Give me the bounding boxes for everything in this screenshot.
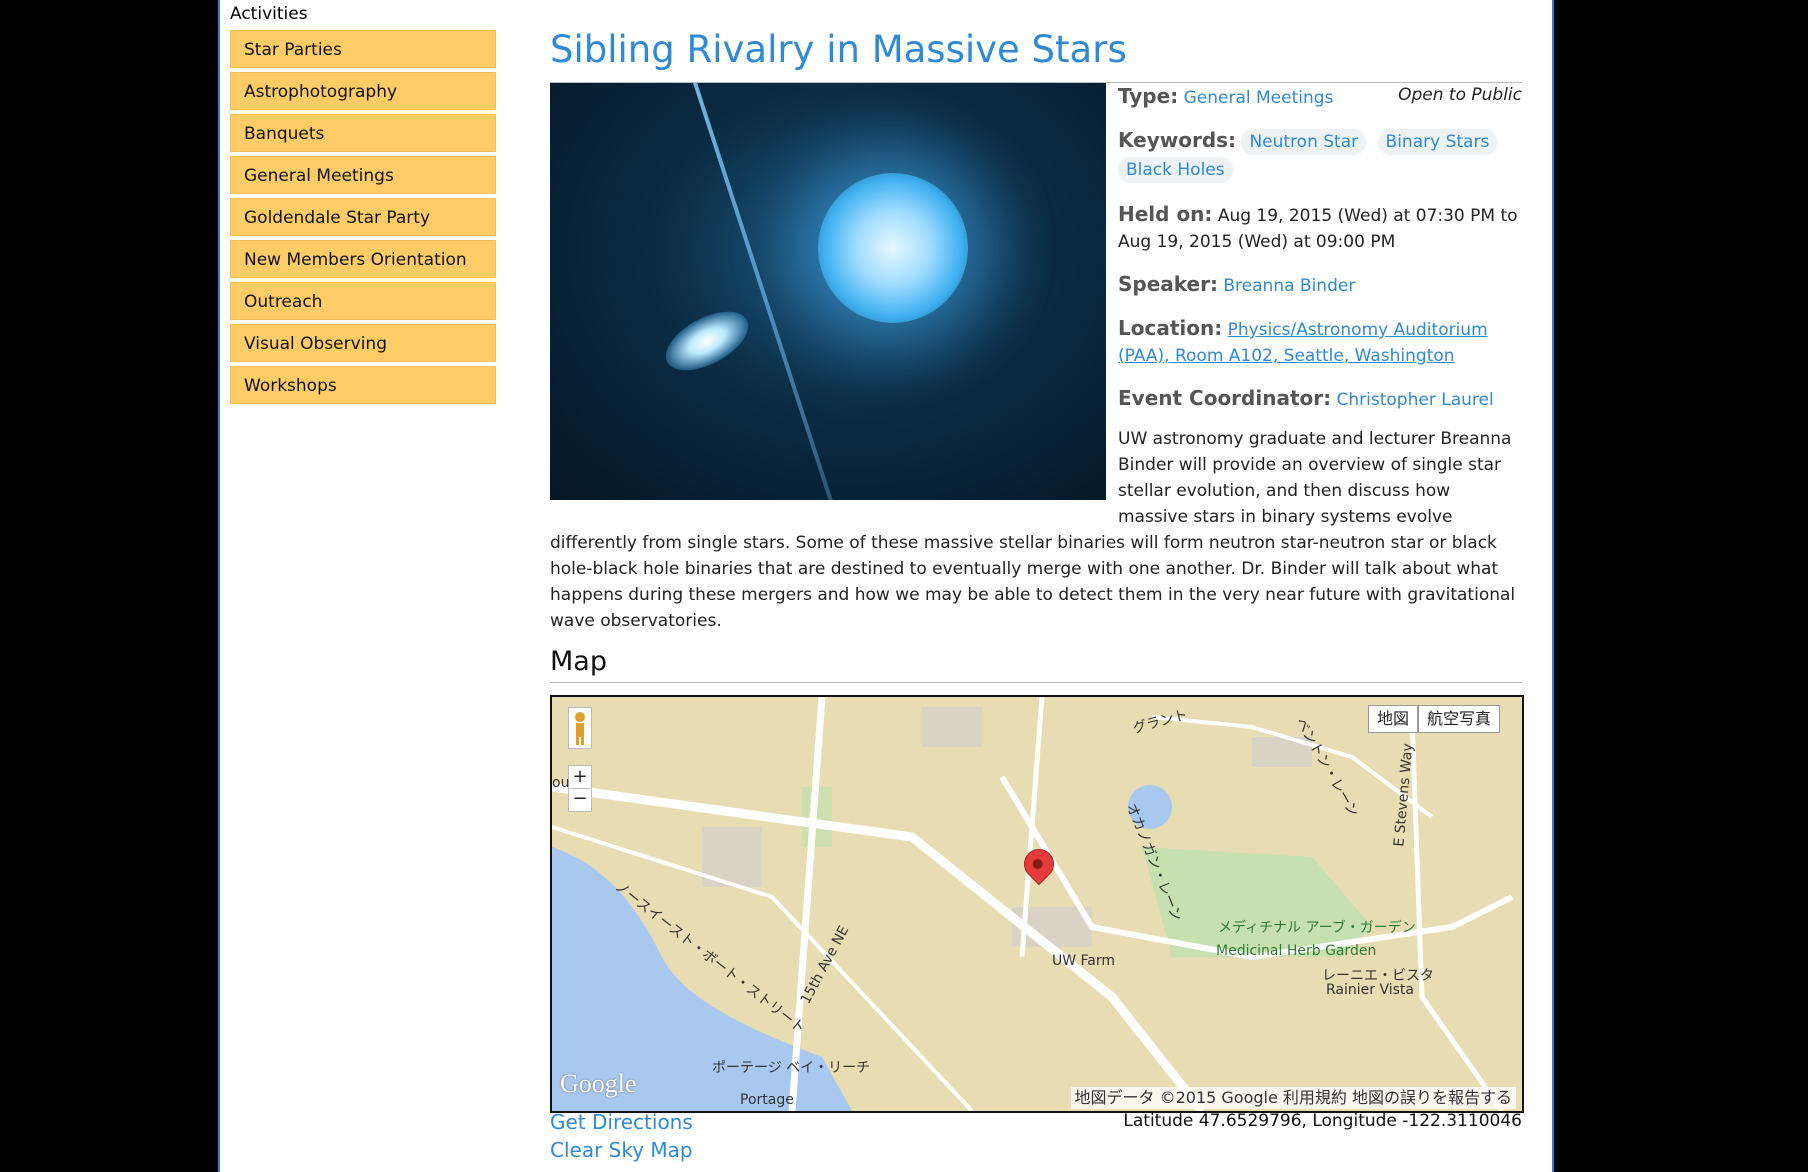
event-info: Open to Public Type: General Meetings Ke…	[1118, 83, 1522, 429]
sidebar-item-general-meetings[interactable]: General Meetings	[230, 156, 496, 194]
speaker-row: Speaker: Breanna Binder	[1118, 271, 1522, 299]
sidebar-item-banquets[interactable]: Banquets	[230, 114, 496, 152]
keyword-tag[interactable]: Neutron Star	[1241, 129, 1367, 155]
type-link[interactable]: General Meetings	[1184, 88, 1334, 108]
speaker-label: Speaker:	[1118, 272, 1218, 296]
coordinator-link[interactable]: Christopher Laurel	[1337, 390, 1494, 410]
keyword-tag[interactable]: Binary Stars	[1377, 129, 1498, 155]
map-attribution[interactable]: 地図データ ©2015 Google 利用規約 地図の誤りを報告する	[1070, 1087, 1516, 1109]
type-label: Type:	[1118, 84, 1179, 108]
map-label-herb-garden: Medicinal Herb Garden	[1216, 943, 1377, 959]
street-view-pegman-icon[interactable]	[568, 707, 592, 749]
location-label: Location:	[1118, 316, 1223, 340]
map-canvas[interactable]	[552, 697, 1522, 1111]
speaker-link[interactable]: Breanna Binder	[1223, 276, 1355, 296]
lat-lon-readout: Latitude 47.6529796, Longitude -122.3110…	[1123, 1111, 1522, 1131]
keywords-label: Keywords:	[1118, 128, 1237, 152]
map-widget[interactable]: 地図 航空写真 + − ou 15th Ave NE UW Farm メディチナ…	[550, 695, 1524, 1113]
sidebar-item-goldendale-star-party[interactable]: Goldendale Star Party	[230, 198, 496, 236]
massive-star	[818, 173, 968, 323]
page-container: Activities Star Parties Astrophotography…	[218, 0, 1554, 1172]
sidebar-item-workshops[interactable]: Workshops	[230, 366, 496, 404]
google-logo: Google	[560, 1069, 637, 1098]
sidebar-item-astrophotography[interactable]: Astrophotography	[230, 72, 496, 110]
get-directions-link[interactable]: Get Directions	[550, 1110, 693, 1134]
location-row: Location: Physics/Astronomy Auditorium (…	[1118, 315, 1522, 369]
zoom-out-button[interactable]: −	[568, 788, 592, 812]
map-type-map-button[interactable]: 地図	[1368, 705, 1419, 733]
coordinator-row: Event Coordinator: Christopher Laurel	[1118, 385, 1522, 413]
open-to-public-badge: Open to Public	[1398, 85, 1522, 105]
clear-sky-map-link[interactable]: Clear Sky Map	[550, 1138, 693, 1162]
sidebar: Activities Star Parties Astrophotography…	[230, 4, 496, 408]
sidebar-item-outreach[interactable]: Outreach	[230, 282, 496, 320]
event-description-wrap: UW astronomy graduate and lecturer Brean…	[550, 426, 1522, 634]
coordinator-label: Event Coordinator:	[1118, 386, 1332, 410]
pin-dot	[1030, 856, 1045, 872]
sidebar-item-new-members-orientation[interactable]: New Members Orientation	[230, 240, 496, 278]
keyword-tag[interactable]: Black Holes	[1118, 157, 1233, 183]
map-label-herb-garden-jp: メディチナル アーブ・ガーデン	[1218, 920, 1416, 936]
accretion-disk	[656, 299, 758, 383]
page-title: Sibling Rivalry in Massive Stars	[550, 28, 1127, 71]
sidebar-item-visual-observing[interactable]: Visual Observing	[230, 324, 496, 362]
map-label-portage: Portage	[740, 1092, 794, 1108]
map-label-uw-farm: UW Farm	[1052, 953, 1116, 969]
held-row: Held on: Aug 19, 2015 (Wed) at 07:30 PM …	[1118, 201, 1522, 255]
map-heading: Map	[550, 646, 607, 677]
map-label-portage-jp: ポーテージ ベイ・リーチ	[712, 1060, 871, 1076]
map-label-edge: ou	[552, 775, 570, 791]
sidebar-title: Activities	[230, 4, 308, 24]
sidebar-item-star-parties[interactable]: Star Parties	[230, 30, 496, 68]
map-type-satellite-button[interactable]: 航空写真	[1418, 705, 1501, 733]
held-label: Held on:	[1118, 202, 1213, 226]
keywords-row: Keywords: Neutron Star Binary Stars Blac…	[1118, 127, 1522, 185]
map-label-rainier: Rainier Vista	[1326, 982, 1414, 998]
main-content: Sibling Rivalry in Massive Stars Open to…	[550, 0, 1524, 1162]
zoom-in-button[interactable]: +	[568, 765, 592, 789]
map-divider	[550, 682, 1522, 683]
